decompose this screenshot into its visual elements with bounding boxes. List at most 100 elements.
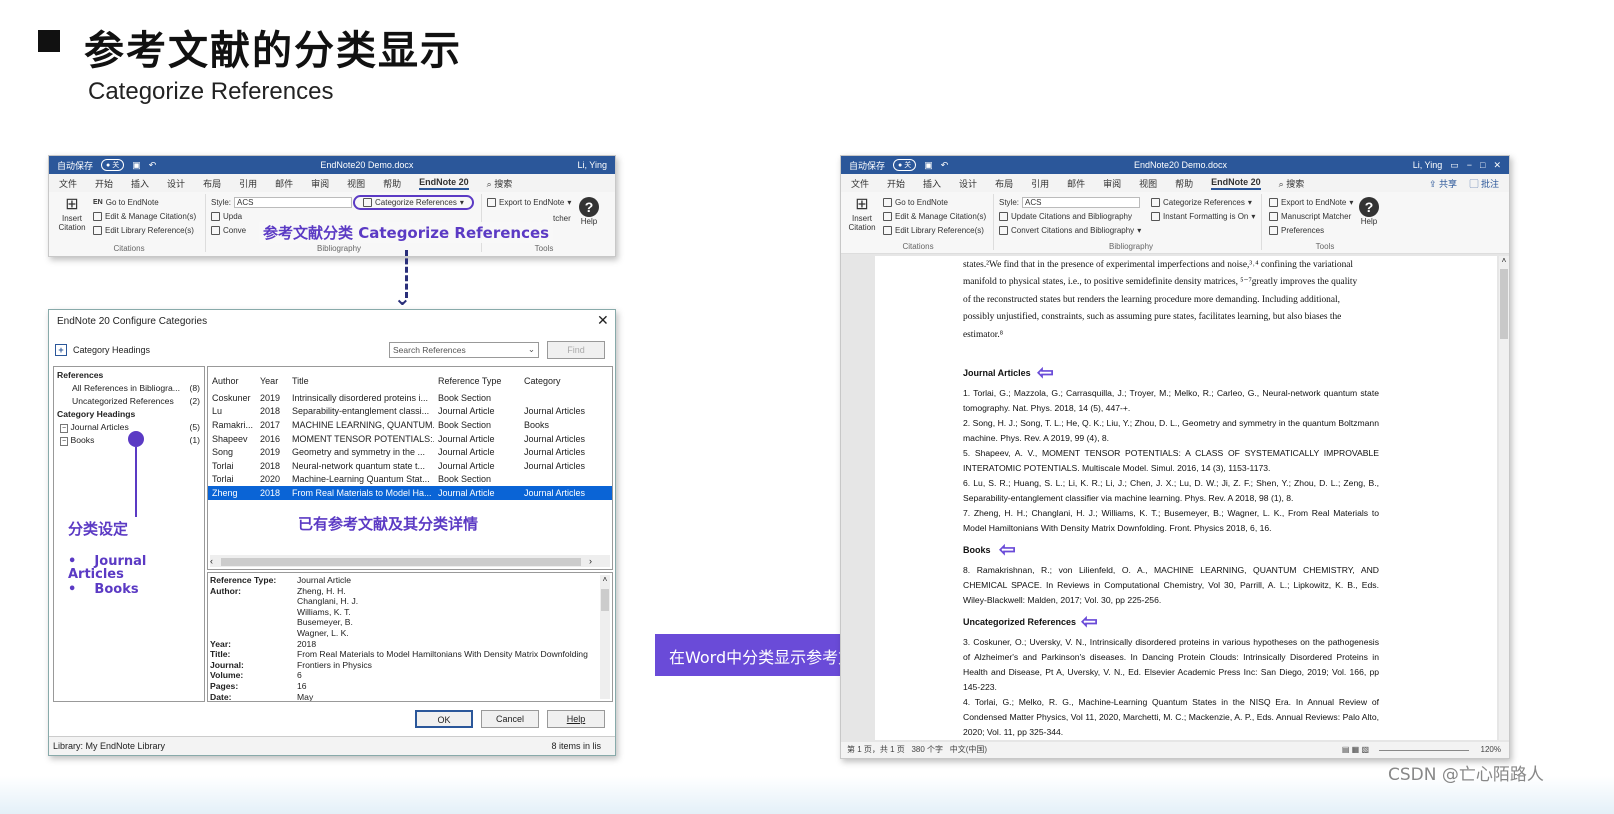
menu-references[interactable]: 引用 (239, 177, 257, 190)
insert-citation-button[interactable]: ⊞ Insert Citation (847, 196, 877, 232)
menu-file[interactable]: 文件 (851, 177, 869, 190)
menu-endnote[interactable]: EndNote 20 (1211, 177, 1261, 190)
minimize-icon[interactable]: − (1467, 160, 1472, 170)
menu-endnote[interactable]: EndNote 20 (419, 177, 469, 190)
preferences-icon (1269, 226, 1278, 235)
undo-icon[interactable]: ↶ (149, 160, 157, 171)
table-row[interactable]: Ramakri... 2017 MACHINE LEARNING, QUANTUM.… (208, 418, 612, 432)
zoom-slider[interactable] (1379, 750, 1469, 751)
edit-library-button[interactable]: Edit Library Reference(s) (883, 224, 984, 237)
tree-uncategorized[interactable]: Uncategorized References (2) (72, 395, 200, 408)
table-row[interactable]: Torlai 2020 Machine-Learning Quantum Stat.… (208, 473, 612, 487)
export-to-endnote-button[interactable]: Export to EndNote ▾ (1269, 196, 1353, 209)
ribbon-display-icon[interactable]: ▭ (1450, 160, 1459, 171)
find-button[interactable]: Find (547, 341, 605, 359)
menu-references[interactable]: 引用 (1031, 177, 1049, 190)
comments-button[interactable]: ▢ 批注 (1469, 177, 1499, 190)
cancel-button[interactable]: Cancel (481, 710, 539, 728)
search-references-dropdown[interactable]: Search References ⌄ (389, 342, 539, 358)
dialog-title: EndNote 20 Configure Categories (57, 316, 208, 327)
autosave-toggle[interactable]: ● 关 (893, 159, 917, 171)
col-category[interactable]: Category (520, 371, 612, 391)
menu-help[interactable]: 帮助 (1175, 177, 1193, 190)
convert-citations-button[interactable]: Convert Citations and Bibliography ▾ (999, 224, 1141, 237)
table-row[interactable]: Song 2019 Geometry and symmetry in the ...… (208, 445, 612, 459)
horizontal-scrollbar[interactable]: ‹ › (210, 555, 610, 567)
menu-design[interactable]: 设计 (959, 177, 977, 190)
table-cell: Intrinsically disordered proteins i... (292, 392, 429, 403)
tree-all-references[interactable]: All References in Bibliogra... (8) (72, 382, 200, 395)
edit-manage-button[interactable]: Edit & Manage Citation(s) (883, 210, 986, 223)
menu-view[interactable]: 视图 (347, 177, 365, 190)
document-scrollbar[interactable]: ˄ (1499, 256, 1509, 740)
menu-view[interactable]: 视图 (1139, 177, 1157, 190)
section-uncategorized: Uncategorized References (963, 617, 1077, 627)
detail-journal: Frontiers in Physics (297, 659, 372, 670)
menu-mailings[interactable]: 邮件 (275, 177, 293, 190)
insert-citation-button[interactable]: ⊞ Insert Citation (57, 196, 87, 232)
manuscript-matcher-button[interactable]: Manuscript Matcher (1269, 210, 1351, 223)
table-row[interactable]: Coskuner 2019 Intrinsically disordered pro… (208, 391, 612, 405)
pointer-arrow-uncategorized: ⇦ (1081, 611, 1098, 633)
window-close-icon[interactable]: ✕ (1493, 160, 1501, 171)
vertical-scrollbar[interactable]: ˄ (600, 575, 610, 699)
status-words: 380 个字 (911, 745, 944, 754)
category-headings-button[interactable]: + Category Headings (55, 344, 150, 356)
right-word-titlebar: 自动保存 ● 关 ▣ ↶ EndNote20 Demo.docx Li, Yin… (841, 156, 1509, 174)
menu-home[interactable]: 开始 (887, 177, 905, 190)
menu-search[interactable]: ⌕ 搜索 (487, 177, 513, 190)
menu-layout[interactable]: 布局 (995, 177, 1013, 190)
table-row[interactable]: Shapeev 2016 MOMENT TENSOR POTENTIALS:... J… (208, 432, 612, 446)
close-icon[interactable]: ✕ (597, 312, 609, 329)
style-selector[interactable]: Style: ACS (999, 196, 1141, 209)
maximize-icon[interactable]: □ (1480, 160, 1485, 170)
undo-icon[interactable]: ↶ (941, 160, 949, 171)
group-bibliography: Bibliography (1108, 242, 1154, 251)
save-icon[interactable]: ▣ (924, 160, 933, 171)
menu-search[interactable]: ⌕ 搜索 (1279, 177, 1305, 190)
menu-mailings[interactable]: 邮件 (1067, 177, 1085, 190)
menu-design[interactable]: 设计 (167, 177, 185, 190)
zoom-level[interactable]: 120% (1481, 742, 1501, 758)
edit-library-button[interactable]: Edit Library Reference(s) (93, 224, 194, 237)
view-icons[interactable]: ▤ ▦ ▧ (1342, 742, 1369, 758)
menu-review[interactable]: 审阅 (311, 177, 329, 190)
style-selector[interactable]: Style: ACS (211, 196, 353, 209)
help-button[interactable]: ? Help (579, 197, 599, 226)
table-row[interactable]: Lu 2018 Separability-entanglement classi..… (208, 405, 612, 419)
menu-home[interactable]: 开始 (95, 177, 113, 190)
menu-help[interactable]: 帮助 (383, 177, 401, 190)
update-citations-button[interactable]: Update Citations and Bibliography (999, 210, 1132, 223)
tree-references[interactable]: References (57, 369, 103, 382)
table-row[interactable]: Torlai 2018 Neural-network quantum state t… (208, 459, 612, 473)
save-icon[interactable]: ▣ (132, 160, 141, 171)
menu-layout[interactable]: 布局 (203, 177, 221, 190)
col-title[interactable]: Title (288, 371, 434, 391)
menu-review[interactable]: 审阅 (1103, 177, 1121, 190)
instant-formatting-button[interactable]: Instant Formatting is On ▾ (1151, 210, 1255, 223)
export-to-endnote-button[interactable]: Export to EndNote ▾ (487, 196, 571, 209)
help-button[interactable]: ? Help (1359, 197, 1379, 226)
col-reference-type[interactable]: Reference Type (434, 371, 520, 391)
go-to-endnote-button[interactable]: EN Go to EndNote (93, 196, 159, 209)
menu-file[interactable]: 文件 (59, 177, 77, 190)
preferences-button[interactable]: Preferences (1269, 224, 1324, 237)
share-button[interactable]: ⇪ 共享 (1429, 177, 1457, 190)
tree-category-headings[interactable]: Category Headings (57, 408, 135, 421)
categorize-references-button[interactable]: Categorize References ▾ (353, 195, 474, 210)
autosave-toggle[interactable]: ● 关 (101, 159, 125, 171)
convert-citations-button[interactable]: Conve (211, 224, 246, 237)
go-to-endnote-button[interactable]: Go to EndNote (883, 196, 948, 209)
ok-button[interactable]: OK (415, 710, 473, 728)
col-author[interactable]: Author (208, 371, 256, 391)
menu-insert[interactable]: 插入 (923, 177, 941, 190)
categorize-references-button[interactable]: Categorize References ▾ (1151, 196, 1252, 209)
edit-manage-button[interactable]: Edit & Manage Citation(s) (93, 210, 196, 223)
col-year[interactable]: Year (256, 371, 288, 391)
help-dialog-button[interactable]: Help (547, 710, 605, 728)
manuscript-matcher-button[interactable]: tcher (553, 212, 571, 225)
update-citations-button[interactable]: Upda (211, 210, 242, 223)
table-row[interactable]: Zheng 2018 From Real Materials to Model Ha… (208, 486, 612, 500)
menu-insert[interactable]: 插入 (131, 177, 149, 190)
reference-entry: 8. Ramakrishnan, R.; von Lilienfeld, O. … (963, 565, 1379, 605)
